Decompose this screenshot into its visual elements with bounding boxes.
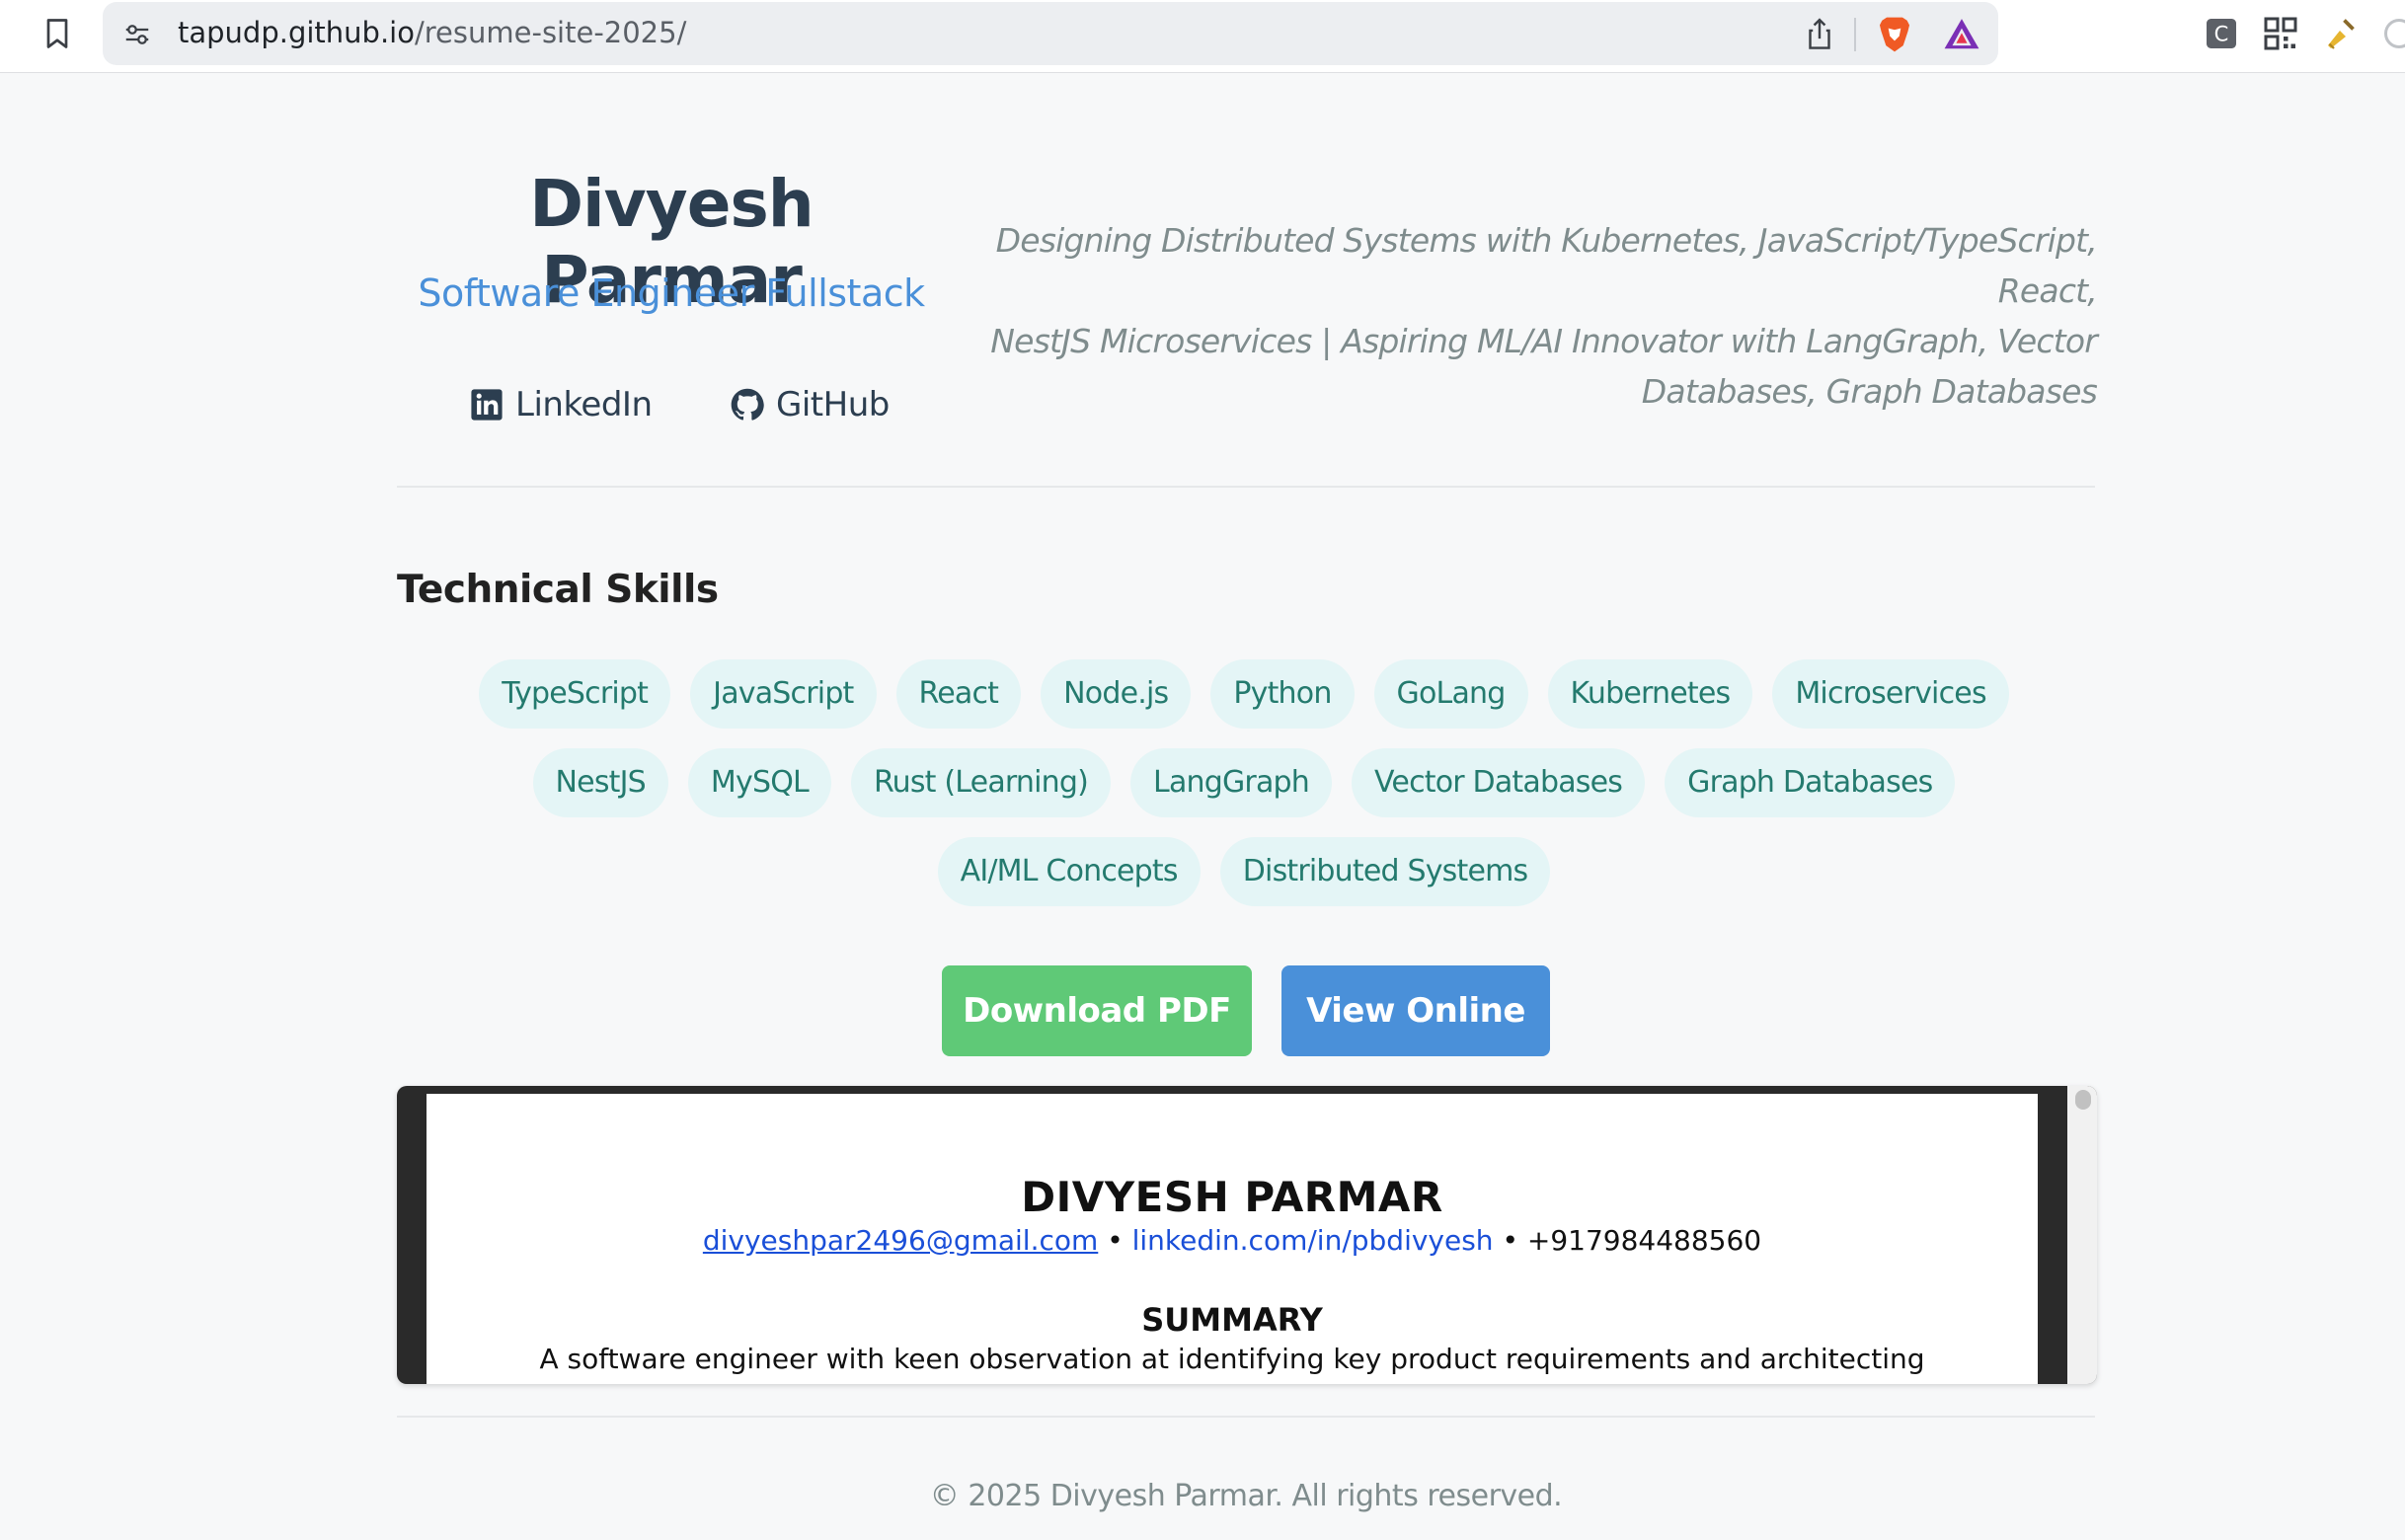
browser-toolbar: tapudp.github.io/resume-site-2025/ C [0,0,2405,73]
skill-tag: AI/ML Concepts [937,837,1201,906]
skill-tag: Node.js [1041,659,1192,729]
skill-tag: MySQL [687,748,831,817]
url-divider [1854,18,1856,51]
skills-title: Technical Skills [397,568,719,612]
skill-tag: Vector Databases [1352,748,1646,817]
pdf-email-link[interactable]: divyeshpar2496@gmail.com [703,1224,1098,1257]
site-settings-icon[interactable] [122,20,152,49]
skill-tag: NestJS [532,748,668,817]
url-host: tapudp.github.io [178,16,415,49]
github-icon [731,388,764,421]
header-divider [397,486,2095,488]
skill-tag: Kubernetes [1547,659,1753,729]
skill-tag: Microservices [1772,659,2009,729]
skill-tag: React [895,659,1022,729]
skill-tag: Graph Databases [1665,748,1956,817]
linkedin-icon [471,389,503,421]
skill-tag: TypeScript [479,659,671,729]
broom-icon[interactable] [2322,16,2358,51]
extension-partial-icon[interactable] [2381,16,2405,51]
brave-shield-icon[interactable] [1876,14,1913,55]
pdf-contact-line: divyeshpar2496@gmail.com • linkedin.com/… [427,1224,2038,1257]
skill-tag: JavaScript [690,659,877,729]
footer-divider [397,1416,2095,1418]
view-online-button[interactable]: View Online [1281,965,1550,1056]
resume-pdf-viewer[interactable]: DIVYESH PARMAR divyeshpar2496@gmail.com … [397,1086,2097,1384]
footer-copyright: © 2025 Divyesh Parmar. All rights reserv… [929,1479,1563,1513]
svg-text:C: C [2214,23,2229,46]
tagline-line: Designing Distributed Systems with Kuber… [995,221,2098,310]
pdf-summary-text: A software engineer with keen observatio… [539,1343,1925,1375]
bullet-separator: • [1107,1224,1124,1257]
brave-rewards-icon[interactable] [1941,16,1982,53]
scrollbar-thumb[interactable] [2075,1090,2091,1110]
tagline: Designing Distributed Systems with Kuber… [987,215,2098,417]
profile-role: Software Engineer Fullstack [418,271,925,315]
bookmark-icon[interactable] [39,16,75,51]
share-icon[interactable] [1803,16,1836,53]
linkedin-link[interactable]: LinkedIn [470,385,653,424]
skill-tag: Python [1210,659,1355,729]
bullet-separator: • [1502,1224,1518,1257]
skill-tag: LangGraph [1130,748,1333,817]
pdf-name: DIVYESH PARMAR [1021,1173,1443,1221]
tagline-line: NestJS Microservices | Aspiring ML/AI In… [990,322,2098,360]
skill-tag: Rust (Learning) [850,748,1112,817]
github-label: GitHub [776,385,890,424]
viewer-scrollbar[interactable] [2067,1086,2097,1384]
pdf-summary-heading: SUMMARY [1141,1301,1323,1339]
download-pdf-button[interactable]: Download PDF [942,965,1252,1056]
qr-code-icon[interactable] [2263,16,2298,51]
tagline-line: Databases, Graph Databases [1641,372,2098,411]
url-path: /resume-site-2025/ [415,16,687,49]
address-bar[interactable]: tapudp.github.io/resume-site-2025/ [103,2,1998,65]
pdf-phone: +917984488560 [1526,1224,1762,1257]
linkedin-label: LinkedIn [515,385,653,424]
pdf-page: DIVYESH PARMAR divyeshpar2496@gmail.com … [427,1094,2038,1384]
skill-tag: GoLang [1373,659,1528,729]
url-text[interactable]: tapudp.github.io/resume-site-2025/ [178,16,686,49]
skill-tag: Distributed Systems [1219,837,1551,906]
skills-list: TypeScript JavaScript React Node.js Pyth… [434,659,2054,906]
extension-c-icon[interactable]: C [2204,16,2239,51]
pdf-linkedin-link[interactable]: linkedin.com/in/pbdivyesh [1132,1224,1494,1257]
github-link[interactable]: GitHub [731,385,890,424]
